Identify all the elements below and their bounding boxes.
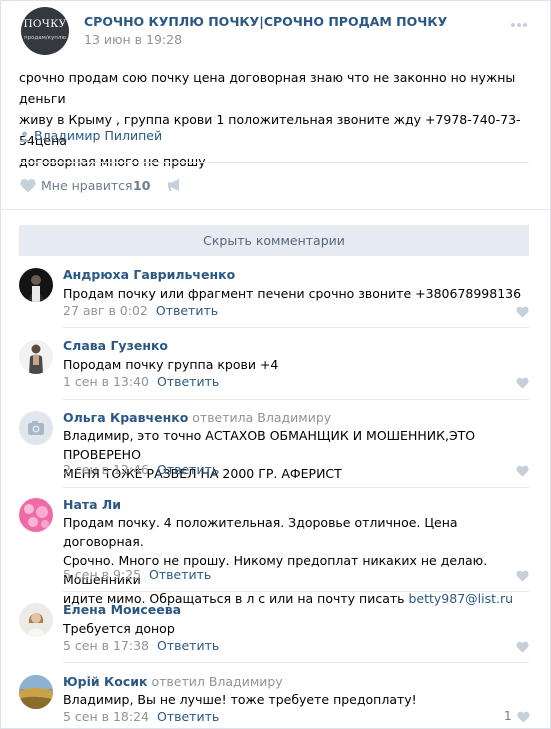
comment-author[interactable]: Ната Ли xyxy=(63,497,121,512)
comment-like-count[interactable]: 1 xyxy=(504,709,512,723)
heart-icon[interactable] xyxy=(516,641,529,653)
comment-text-line: Владимир, Вы не лучше! тоже требуете пре… xyxy=(63,692,417,707)
group-name[interactable]: СРОЧНО КУПЛЮ ПОЧКУ|СРОЧНО ПРОДАМ ПОЧКУ xyxy=(84,14,447,29)
hide-comments-button[interactable]: Скрыть комментарии xyxy=(19,225,529,256)
comment-header: Ольга Кравченко ответила Владимиру xyxy=(63,410,331,425)
comment-meta: 2 сен в 12:46 Ответить xyxy=(63,462,219,477)
avatar[interactable] xyxy=(19,268,53,302)
replied-to[interactable]: ответил Владимиру xyxy=(151,674,282,689)
more-options-icon[interactable] xyxy=(511,15,529,27)
comment-text-line: Владимир, это точно АСТАХОВ ОБМАНЩИК И М… xyxy=(63,428,476,462)
heart-icon[interactable] xyxy=(516,306,529,318)
person-icon xyxy=(20,131,29,142)
reply-button[interactable]: Ответить xyxy=(157,638,219,653)
comment-text-line: Продам почку. 4 положительная. Здоровье … xyxy=(63,515,458,549)
heart-icon[interactable] xyxy=(517,711,530,723)
megaphone-icon[interactable] xyxy=(167,178,183,192)
comment-text: Породам почку группа крови +4 xyxy=(63,355,523,374)
divider xyxy=(63,662,529,663)
avatar[interactable] xyxy=(19,603,53,637)
avatar[interactable] xyxy=(19,498,53,532)
reply-button[interactable]: Ответить xyxy=(149,567,211,582)
divider xyxy=(63,591,529,592)
comment-meta: 27 авг в 0:02 Ответить xyxy=(63,303,218,318)
camera-icon xyxy=(28,421,44,435)
like-label[interactable]: Мне нравится xyxy=(41,178,133,193)
comment-date[interactable]: 1 сен в 13:40 xyxy=(63,374,149,389)
group-avatar[interactable]: ПОЧКУ продам/куплю xyxy=(21,7,69,55)
reply-button[interactable]: Ответить xyxy=(157,374,219,389)
comment-text-line: Продам почку или фрагмент печени срочно … xyxy=(63,286,522,301)
post-date[interactable]: 13 июн в 19:28 xyxy=(84,32,182,47)
comment-header: Юрій Косик ответил Владимиру xyxy=(63,674,283,689)
divider xyxy=(19,162,529,163)
heart-icon[interactable] xyxy=(516,377,529,389)
comment-text: Продам почку или фрагмент печени срочно … xyxy=(63,284,523,303)
comment-date[interactable]: 27 авг в 0:02 xyxy=(63,303,148,318)
comment-text: Требуется донор xyxy=(63,619,523,638)
divider xyxy=(63,399,529,400)
avatar[interactable] xyxy=(19,340,53,374)
post-author[interactable]: Владимир Пилипей xyxy=(34,128,162,143)
comment-author[interactable]: Юрій Косик xyxy=(63,674,147,689)
post-text-line: срочно продам сою почку цена договорная … xyxy=(19,70,516,106)
comment-date[interactable]: 5 сен в 18:24 xyxy=(63,709,149,724)
avatar[interactable] xyxy=(19,411,53,445)
comment-date[interactable]: 2 сен в 12:46 xyxy=(63,462,149,477)
avatar[interactable] xyxy=(19,675,53,709)
email-link[interactable]: betty987@list.ru xyxy=(408,591,513,606)
comment-author[interactable]: Андрюха Гаврильченко xyxy=(63,267,235,282)
post-text: срочно продам сою почку цена договорная … xyxy=(19,67,534,172)
comment-text-line: Породам почку группа крови +4 xyxy=(63,357,279,372)
divider xyxy=(63,327,529,328)
replied-to[interactable]: ответила Владимиру xyxy=(192,410,331,425)
comment-date[interactable]: 5 сен в 17:38 xyxy=(63,638,149,653)
comment-meta: 5 сен в 18:24 Ответить xyxy=(63,709,219,724)
comment-date[interactable]: 5 сен в 9:25 xyxy=(63,567,141,582)
comment-meta: 5 сен в 9:25 Ответить xyxy=(63,567,211,582)
like-count[interactable]: 10 xyxy=(133,178,150,193)
divider xyxy=(0,209,551,210)
group-avatar-title: ПОЧКУ xyxy=(23,18,67,30)
comment-meta: 1 сен в 13:40 Ответить xyxy=(63,374,219,389)
group-avatar-subtitle: продам/куплю xyxy=(24,35,66,41)
reply-button[interactable]: Ответить xyxy=(157,709,219,724)
comment-author[interactable]: Ольга Кравченко xyxy=(63,410,188,425)
heart-icon[interactable] xyxy=(516,570,529,582)
comment-author[interactable]: Елена Моисеева xyxy=(63,602,181,617)
reply-button[interactable]: Ответить xyxy=(156,303,218,318)
comment-text-line: Требуется донор xyxy=(63,621,175,636)
comment-author[interactable]: Слава Гузенко xyxy=(63,338,168,353)
divider xyxy=(63,487,529,488)
heart-icon[interactable] xyxy=(20,178,36,193)
heart-icon[interactable] xyxy=(516,465,529,477)
comment-meta: 5 сен в 17:38 Ответить xyxy=(63,638,219,653)
comment-text: Владимир, Вы не лучше! тоже требуете пре… xyxy=(63,690,523,709)
comment-text: Продам почку. 4 положительная. Здоровье … xyxy=(63,513,523,608)
reply-button[interactable]: Ответить xyxy=(157,462,219,477)
